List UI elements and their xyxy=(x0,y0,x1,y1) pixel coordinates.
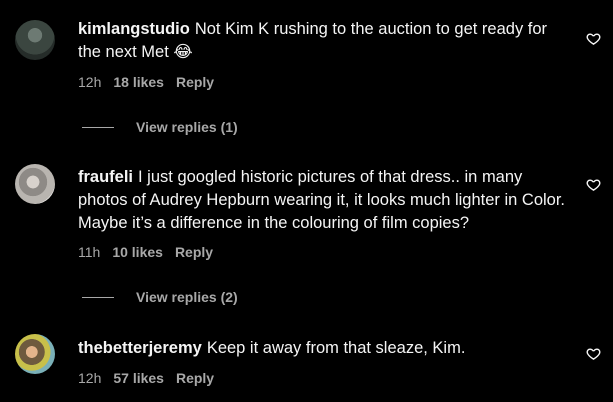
comment-time: 12h xyxy=(78,74,102,90)
view-replies-label: View replies (2) xyxy=(136,289,238,305)
comment-username[interactable]: thebetterjeremy xyxy=(78,339,202,357)
divider-line xyxy=(82,126,114,128)
comment-likes[interactable]: 10 likes xyxy=(112,244,163,260)
avatar[interactable] xyxy=(15,164,55,204)
comment-time: 12h xyxy=(78,370,102,386)
avatar[interactable] xyxy=(15,20,55,60)
heart-icon[interactable] xyxy=(586,346,601,361)
comment-body: thebetterjeremy Keep it away from that sl… xyxy=(78,337,566,360)
heart-icon[interactable] xyxy=(586,31,601,46)
reply-button[interactable]: Reply xyxy=(175,244,213,260)
view-replies-button[interactable]: View replies (2) xyxy=(82,289,238,305)
reply-button[interactable]: Reply xyxy=(176,370,214,386)
comment-text: Keep it away from that sleaze, Kim. xyxy=(206,339,466,357)
view-replies-button[interactable]: View replies (1) xyxy=(82,119,238,135)
comment-likes[interactable]: 18 likes xyxy=(113,74,164,90)
comment-username[interactable]: fraufeli xyxy=(78,168,133,186)
comment-meta: 11h 10 likes Reply xyxy=(78,244,213,260)
comment-text: I just googled historic pictures of that… xyxy=(78,168,566,232)
comment-meta: 12h 18 likes Reply xyxy=(78,74,214,90)
comment-body: kimlangstudio Not Kim K rushing to the au… xyxy=(78,18,566,64)
comment-likes[interactable]: 57 likes xyxy=(113,370,164,386)
divider-line xyxy=(82,296,114,298)
avatar[interactable] xyxy=(15,334,55,374)
heart-icon[interactable] xyxy=(586,177,601,192)
comment-username[interactable]: kimlangstudio xyxy=(78,20,190,38)
comment-time: 11h xyxy=(78,244,101,260)
comment-body: fraufeli I just googled historic pictures… xyxy=(78,166,566,235)
comment-meta: 12h 57 likes Reply xyxy=(78,370,214,386)
view-replies-label: View replies (1) xyxy=(136,119,238,135)
reply-button[interactable]: Reply xyxy=(176,74,214,90)
